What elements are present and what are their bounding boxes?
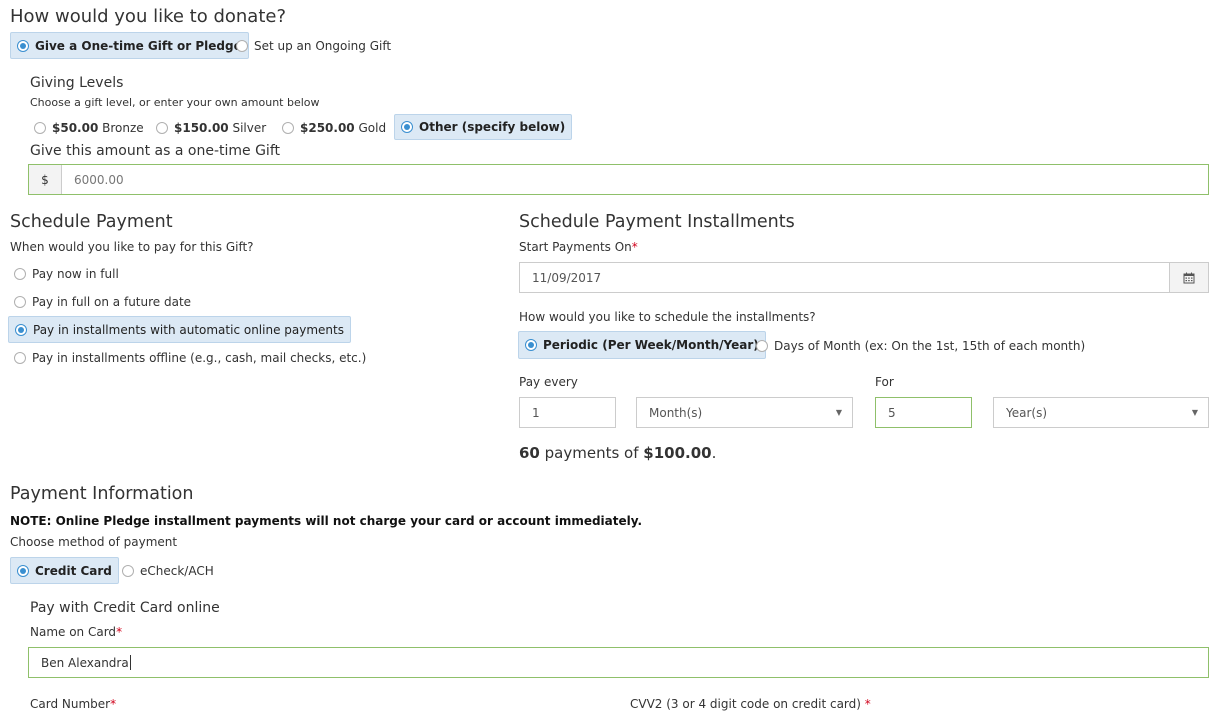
amount-input[interactable]: 6000.00 bbox=[62, 165, 1208, 194]
start-payments-label: Start Payments On* bbox=[519, 240, 638, 254]
pay-now-radio[interactable]: Pay now in full bbox=[8, 263, 125, 285]
giving-levels-title: Giving Levels bbox=[30, 75, 124, 91]
pay-future-label: Pay in full on a future date bbox=[32, 295, 192, 309]
radio-unselected-icon bbox=[122, 565, 134, 577]
radio-unselected-icon bbox=[14, 352, 26, 364]
amount-input-group: $ 6000.00 bbox=[28, 164, 1209, 195]
credit-card-radio[interactable]: Credit Card bbox=[10, 557, 119, 584]
periodic-label: Periodic (Per Week/Month/Year) bbox=[543, 338, 759, 352]
pay-now-label: Pay now in full bbox=[32, 267, 119, 281]
for-label: For bbox=[875, 375, 894, 389]
card-number-label: Card Number* bbox=[30, 697, 117, 711]
schedule-installments-question: How would you like to schedule the insta… bbox=[519, 310, 816, 324]
name-on-card-input[interactable]: Ben Alexandra bbox=[28, 647, 1209, 678]
installment-summary: 60 payments of $100.00. bbox=[519, 444, 717, 462]
summary-amount: $100.00 bbox=[643, 444, 712, 462]
radio-unselected-icon bbox=[756, 340, 768, 352]
level-bronze-name: Bronze bbox=[102, 121, 144, 135]
pay-installments-offline-radio[interactable]: Pay in installments offline (e.g., cash,… bbox=[8, 347, 372, 369]
period-unit-value: Month(s) bbox=[649, 405, 703, 420]
start-date-input[interactable]: 11/09/2017 bbox=[519, 262, 1209, 293]
radio-selected-icon bbox=[15, 323, 27, 336]
pay-installments-online-radio[interactable]: Pay in installments with automatic onlin… bbox=[8, 316, 351, 343]
amount-label: Give this amount as a one-time Gift bbox=[30, 143, 280, 159]
radio-unselected-icon bbox=[236, 39, 248, 52]
donate-title: How would you like to donate? bbox=[10, 6, 287, 27]
start-date-value: 11/09/2017 bbox=[532, 270, 602, 285]
radio-selected-icon bbox=[401, 121, 413, 133]
level-gold-radio[interactable]: $250.00 Gold bbox=[276, 116, 392, 140]
text-cursor bbox=[129, 655, 131, 670]
for-unit-select[interactable]: Year(s) ▼ bbox=[993, 397, 1209, 428]
pay-future-radio[interactable]: Pay in full on a future date bbox=[8, 291, 197, 313]
pay-every-label: Pay every bbox=[519, 375, 578, 389]
pay-installments-offline-label: Pay in installments offline (e.g., cash,… bbox=[32, 351, 367, 365]
name-on-card-value: Ben Alexandra bbox=[41, 655, 129, 670]
level-silver-radio[interactable]: $150.00 Silver bbox=[150, 116, 272, 140]
level-other-label: Other (specify below) bbox=[419, 120, 566, 134]
level-gold-amount: $250.00 bbox=[300, 121, 355, 135]
required-mark: * bbox=[864, 697, 871, 711]
payment-method-label: Choose method of payment bbox=[10, 535, 178, 549]
days-of-month-radio[interactable]: Days of Month (ex: On the 1st, 15th of e… bbox=[750, 335, 1091, 357]
periodic-radio[interactable]: Periodic (Per Week/Month/Year) bbox=[518, 331, 766, 359]
payment-title: Payment Information bbox=[10, 484, 194, 504]
radio-selected-icon bbox=[17, 39, 29, 52]
credit-card-label: Credit Card bbox=[35, 563, 112, 578]
pay-every-input[interactable]: 1 bbox=[519, 397, 616, 428]
echeck-radio[interactable]: eCheck/ACH bbox=[116, 560, 220, 582]
required-mark: * bbox=[116, 625, 123, 639]
level-other-radio[interactable]: Other (specify below) bbox=[394, 114, 573, 140]
pay-installments-online-label: Pay in installments with automatic onlin… bbox=[33, 322, 344, 337]
ongoing-gift-label: Set up an Ongoing Gift bbox=[254, 38, 392, 53]
radio-selected-icon bbox=[17, 564, 29, 577]
days-of-month-label: Days of Month (ex: On the 1st, 15th of e… bbox=[774, 339, 1086, 353]
cvv-label: CVV2 (3 or 4 digit code on credit card) … bbox=[630, 697, 871, 711]
one-time-gift-radio[interactable]: Give a One-time Gift or Pledge bbox=[10, 32, 249, 59]
payment-note: NOTE: Online Pledge installment payments… bbox=[10, 514, 643, 528]
summary-count: 60 bbox=[519, 444, 540, 462]
echeck-label: eCheck/ACH bbox=[140, 564, 214, 578]
radio-unselected-icon bbox=[156, 122, 168, 134]
period-unit-select[interactable]: Month(s) ▼ bbox=[636, 397, 853, 428]
level-silver-amount: $150.00 bbox=[174, 121, 229, 135]
level-gold-name: Gold bbox=[358, 121, 387, 135]
radio-selected-icon bbox=[525, 339, 537, 351]
required-mark: * bbox=[110, 697, 117, 711]
for-unit-value: Year(s) bbox=[1006, 405, 1048, 420]
radio-unselected-icon bbox=[14, 268, 26, 280]
for-input[interactable]: 5 bbox=[875, 397, 972, 428]
currency-addon: $ bbox=[29, 165, 62, 194]
required-mark: * bbox=[631, 240, 638, 254]
level-bronze-radio[interactable]: $50.00 Bronze bbox=[28, 116, 150, 140]
schedule-title: Schedule Payment bbox=[10, 212, 173, 232]
level-silver-name: Silver bbox=[232, 121, 267, 135]
radio-unselected-icon bbox=[14, 296, 26, 308]
cc-title: Pay with Credit Card online bbox=[30, 600, 220, 616]
calendar-icon[interactable] bbox=[1169, 263, 1208, 292]
radio-unselected-icon bbox=[282, 122, 294, 134]
schedule-question: When would you like to pay for this Gift… bbox=[10, 240, 254, 254]
chevron-down-icon: ▼ bbox=[1191, 408, 1198, 417]
level-bronze-amount: $50.00 bbox=[52, 121, 99, 135]
ongoing-gift-radio[interactable]: Set up an Ongoing Gift bbox=[230, 32, 397, 59]
one-time-gift-label: Give a One-time Gift or Pledge bbox=[35, 38, 242, 53]
radio-unselected-icon bbox=[34, 122, 46, 134]
installments-title: Schedule Payment Installments bbox=[519, 212, 795, 232]
giving-levels-hint: Choose a gift level, or enter your own a… bbox=[30, 96, 320, 109]
chevron-down-icon: ▼ bbox=[835, 408, 842, 417]
name-on-card-label: Name on Card* bbox=[30, 625, 123, 639]
summary-text: payments of bbox=[539, 444, 644, 462]
